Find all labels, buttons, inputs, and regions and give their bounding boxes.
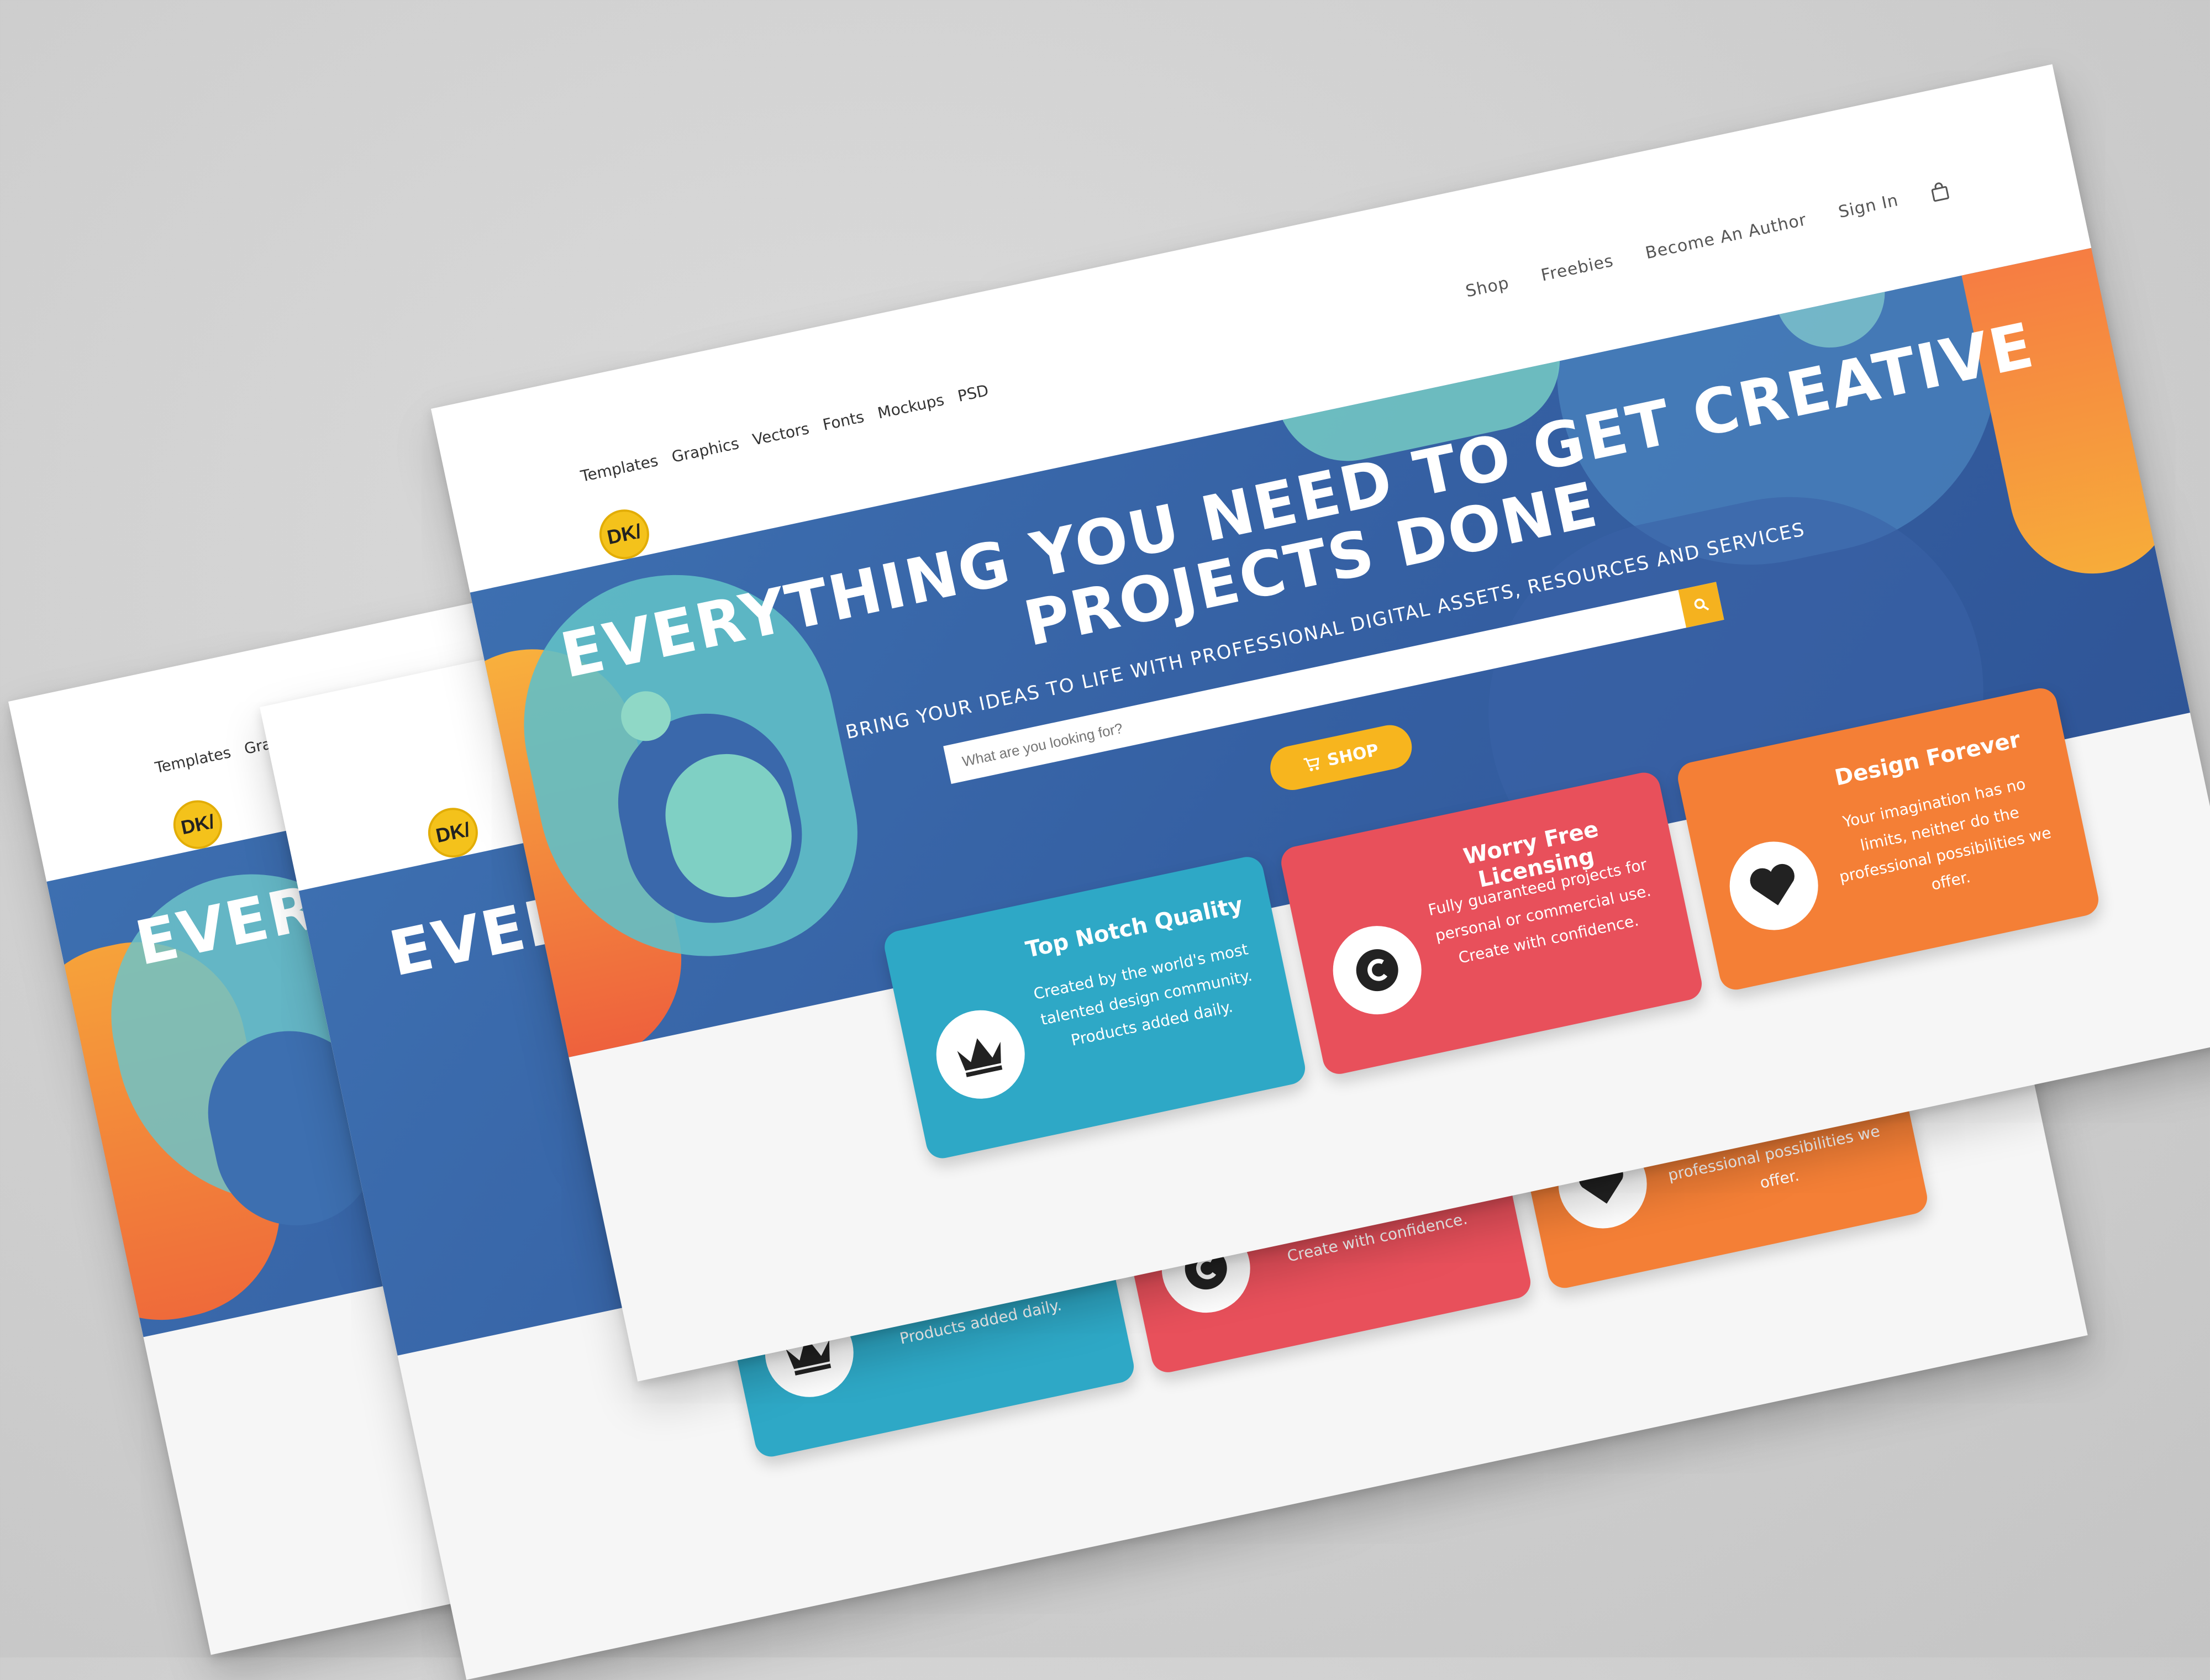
nav-link-freebies[interactable]: Freebies <box>1539 251 1616 286</box>
nav-item-mockups[interactable]: Mockups <box>876 391 945 423</box>
card-description: Your imagination has no limits, neither … <box>1838 775 2053 894</box>
category-nav: Templates Graphics Vectors Fonts Mockups… <box>579 381 990 486</box>
nav-link-shop[interactable]: Shop <box>1464 273 1511 302</box>
shopping-bag-icon[interactable] <box>1929 180 1951 202</box>
cart-icon <box>1303 757 1319 771</box>
crown-icon <box>928 1002 1033 1107</box>
shop-button[interactable]: SHOP <box>1266 721 1416 794</box>
search-button[interactable] <box>1678 582 1724 628</box>
nav-link-sign-in[interactable]: Sign In <box>1837 191 1900 222</box>
nav-link-become-author[interactable]: Become An Author <box>1644 210 1808 263</box>
nav-item-templates[interactable]: Templates <box>154 743 233 777</box>
top-nav: Shop Freebies Become An Author Sign In <box>1464 180 1951 302</box>
copyright-icon <box>1324 918 1430 1023</box>
nav-item-vectors[interactable]: Vectors <box>751 419 811 449</box>
nav-item-fonts[interactable]: Fonts <box>821 408 866 434</box>
nav-item-graphics[interactable]: Graphics <box>670 434 741 466</box>
heart-icon <box>1721 833 1827 939</box>
nav-item-psd[interactable]: PSD <box>956 381 990 405</box>
nav-item-templates[interactable]: Templates <box>579 451 660 486</box>
shop-button-label: SHOP <box>1325 740 1381 770</box>
search-icon <box>1694 598 1709 611</box>
